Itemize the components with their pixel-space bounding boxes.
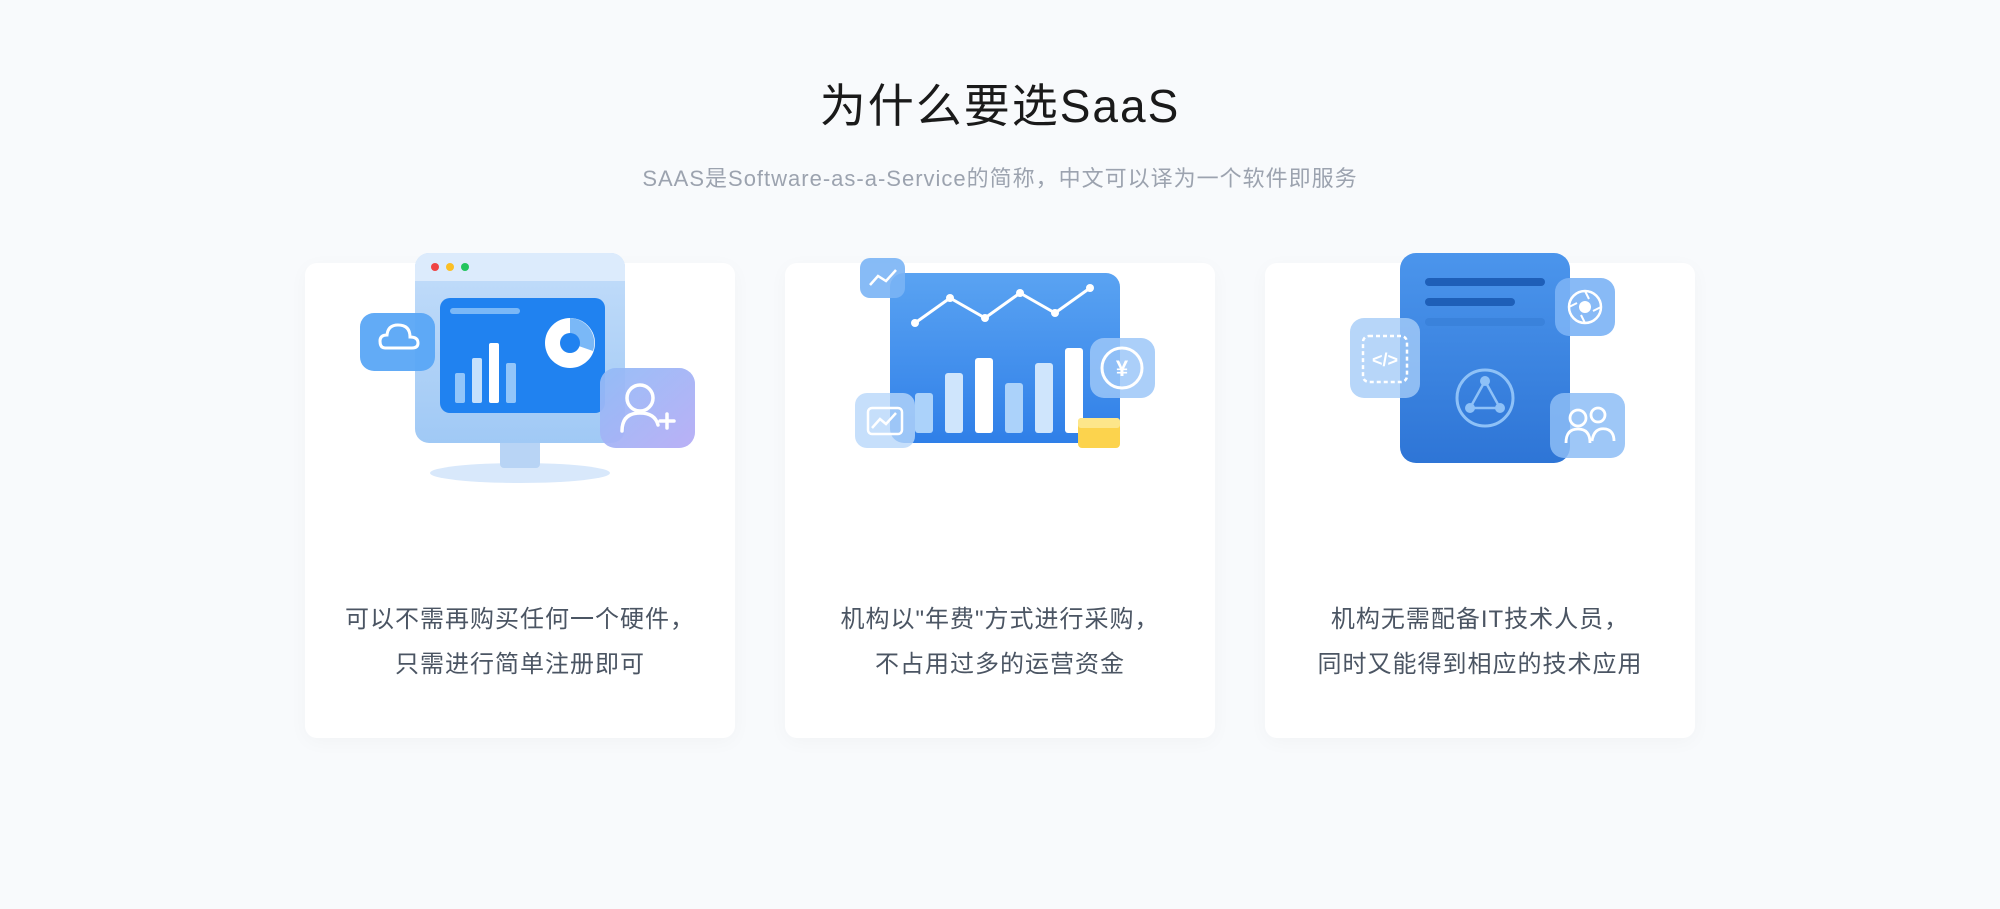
card-line-2: 同时又能得到相应的技术应用 <box>1318 642 1643 688</box>
document-tech-illustration: </> <box>1295 243 1665 503</box>
card-line-2: 只需进行简单注册即可 <box>345 642 695 688</box>
card-line-1: 机构以"年费"方式进行采购， <box>840 597 1159 643</box>
chart-icon: ¥ <box>820 243 1180 503</box>
document-icon: </> <box>1300 243 1660 503</box>
svg-text:</>: </> <box>1372 350 1398 370</box>
section-title: 为什么要选SaaS <box>0 70 2000 136</box>
card-line-1: 机构无需配备IT技术人员， <box>1318 597 1643 643</box>
feature-card-hardware: 可以不需再购买任何一个硬件， 只需进行简单注册即可 <box>305 263 735 738</box>
feature-cards: 可以不需再购买任何一个硬件， 只需进行简单注册即可 <box>0 263 2000 738</box>
svg-text:¥: ¥ <box>1116 356 1129 381</box>
card-line-2: 不占用过多的运营资金 <box>840 642 1159 688</box>
card-text: 可以不需再购买任何一个硬件， 只需进行简单注册即可 <box>345 597 695 688</box>
card-line-1: 可以不需再购买任何一个硬件， <box>345 597 695 643</box>
computer-icon <box>340 243 700 503</box>
section-header: 为什么要选SaaS SAAS是Software-as-a-Service的简称，… <box>0 70 2000 193</box>
feature-card-pricing: ¥ 机构以"年费"方式进行采购， 不占用过多的运营资金 <box>785 263 1215 738</box>
computer-dashboard-illustration <box>335 243 705 503</box>
chart-pricing-illustration: ¥ <box>815 243 1185 503</box>
section-subtitle: SAAS是Software-as-a-Service的简称，中文可以译为一个软件… <box>0 161 2000 193</box>
card-text: 机构以"年费"方式进行采购， 不占用过多的运营资金 <box>840 597 1159 688</box>
card-text: 机构无需配备IT技术人员， 同时又能得到相应的技术应用 <box>1318 597 1643 688</box>
feature-card-tech: </> 机构无需配备IT技术人员， 同时又能得到相应的技术应用 <box>1265 263 1695 738</box>
